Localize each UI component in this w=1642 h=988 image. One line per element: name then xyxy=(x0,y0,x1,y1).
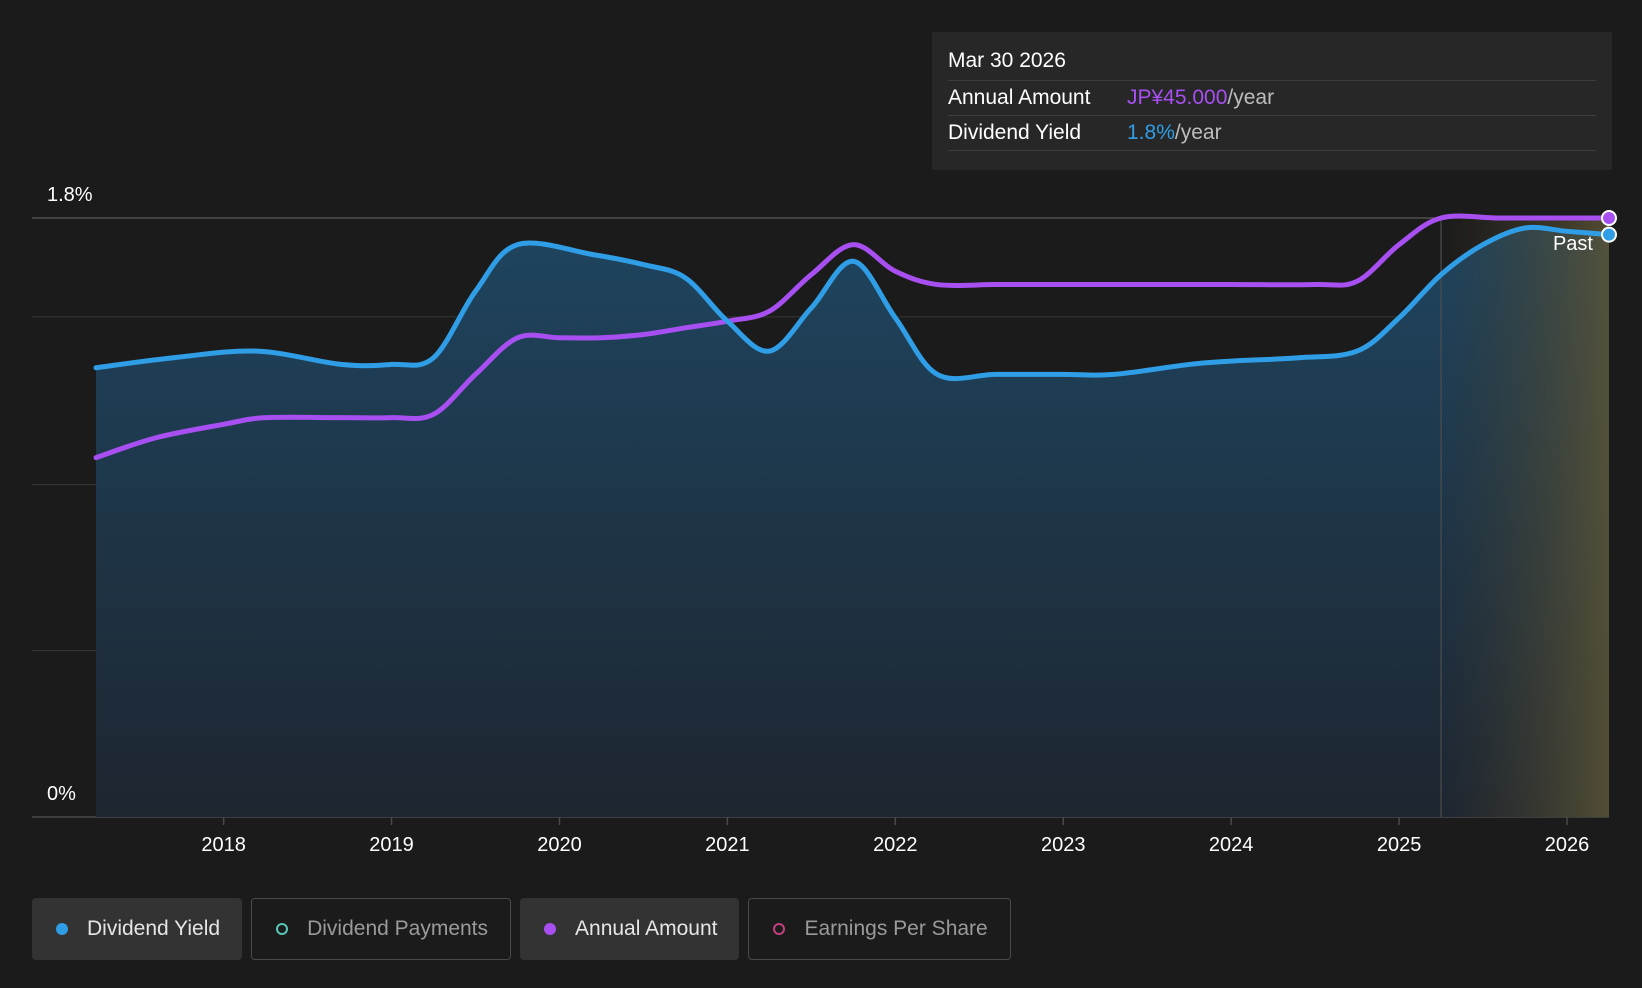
x-tick-label: 2019 xyxy=(369,834,414,856)
legend-label: Dividend Payments xyxy=(307,917,489,940)
x-tick-label: 2022 xyxy=(873,834,918,856)
series-area xyxy=(96,227,1609,817)
legend-dividend-payments-button[interactable]: Dividend Payments xyxy=(251,898,512,960)
tooltip-date: Mar 30 2026 xyxy=(948,46,1596,81)
tooltip-row-dividend-yield: Dividend Yield 1.8% /year xyxy=(948,116,1596,151)
series-end-point xyxy=(1601,226,1617,243)
tooltip-value: JP¥45.000 xyxy=(1127,86,1228,109)
tooltip-value: 1.8% xyxy=(1127,121,1175,144)
legend-annual-amount-button[interactable]: Annual Amount xyxy=(520,898,740,960)
x-tick-label: 2020 xyxy=(537,834,582,856)
tooltip-row-annual-amount: Annual Amount JP¥45.000 /year xyxy=(948,81,1596,116)
legend-dot-icon xyxy=(56,923,68,935)
x-tick-label: 2025 xyxy=(1377,834,1422,856)
y-tick-label: 1.8% xyxy=(47,184,93,206)
legend-dot-icon xyxy=(773,923,786,935)
legend-label: Earnings Per Share xyxy=(804,917,988,940)
y-tick-label: 0% xyxy=(47,783,76,805)
tooltip-unit: /year xyxy=(1174,121,1222,144)
legend-dot-icon xyxy=(276,923,289,935)
legend-label: Annual Amount xyxy=(575,917,718,940)
legend-label: Dividend Yield xyxy=(87,917,221,940)
tooltip-unit: /year xyxy=(1227,86,1275,109)
legend-dot-icon xyxy=(544,923,557,935)
tooltip-label: Dividend Yield xyxy=(948,121,1082,144)
x-tick-label: 2023 xyxy=(1041,834,1086,856)
x-tick-label: 2018 xyxy=(201,834,246,856)
series-end-point xyxy=(1601,210,1617,226)
tooltip-label: Annual Amount xyxy=(948,86,1091,109)
x-tick-label: 2024 xyxy=(1209,834,1254,856)
forecast-band xyxy=(1441,218,1609,817)
legend-dividend-yield-button[interactable]: Dividend Yield xyxy=(32,898,243,960)
legend: Dividend Yield Dividend Payments Annual … xyxy=(32,898,1011,960)
x-tick-label: 2021 xyxy=(705,834,750,856)
legend-earnings-per-share-button[interactable]: Earnings Per Share xyxy=(748,898,1011,960)
x-tick-label: 2026 xyxy=(1545,834,1590,856)
tooltip-panel: Mar 30 2026 Annual Amount JP¥45.000 /yea… xyxy=(932,32,1612,170)
forecast-label: Past xyxy=(1553,233,1593,255)
